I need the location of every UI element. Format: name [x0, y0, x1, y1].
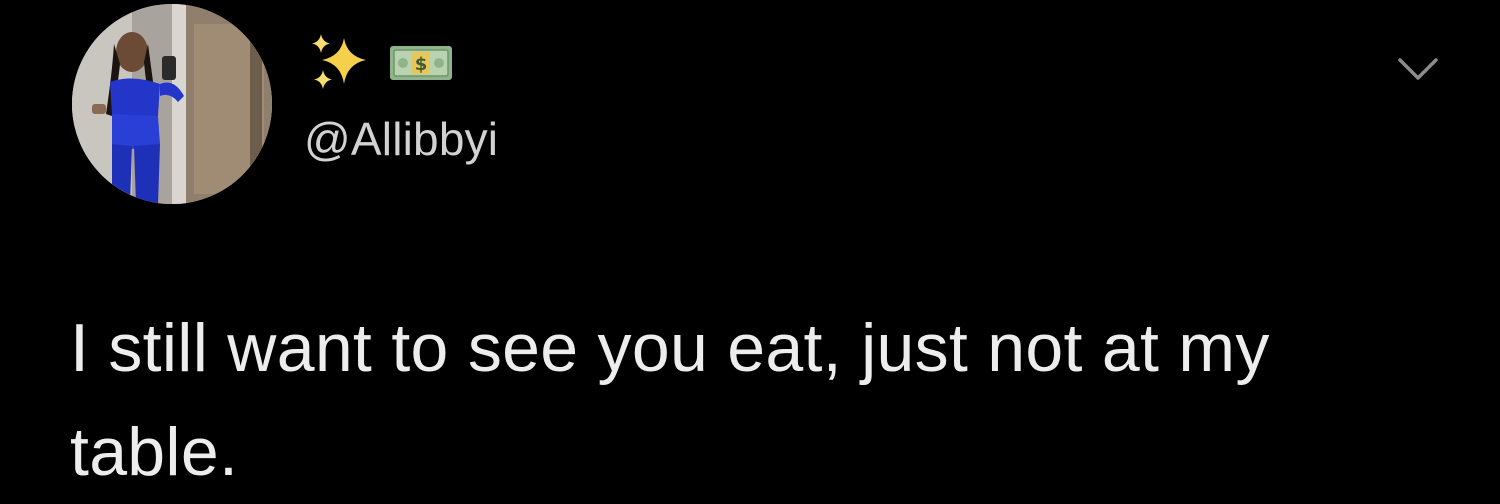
display-name[interactable]: $	[308, 28, 456, 98]
chevron-down-icon[interactable]	[1394, 52, 1442, 84]
dollar-banknote-icon: $	[390, 46, 452, 80]
tweet-card: $ @Allibbyi I still want to see you eat,…	[0, 0, 1500, 500]
svg-text:$: $	[415, 54, 428, 75]
sparkles-icon	[312, 34, 366, 89]
avatar[interactable]	[72, 4, 272, 204]
tweet-text: I still want to see you eat, just not at…	[70, 310, 1270, 490]
user-handle[interactable]: @Allibbyi	[304, 112, 498, 166]
avatar-photo	[72, 4, 272, 204]
